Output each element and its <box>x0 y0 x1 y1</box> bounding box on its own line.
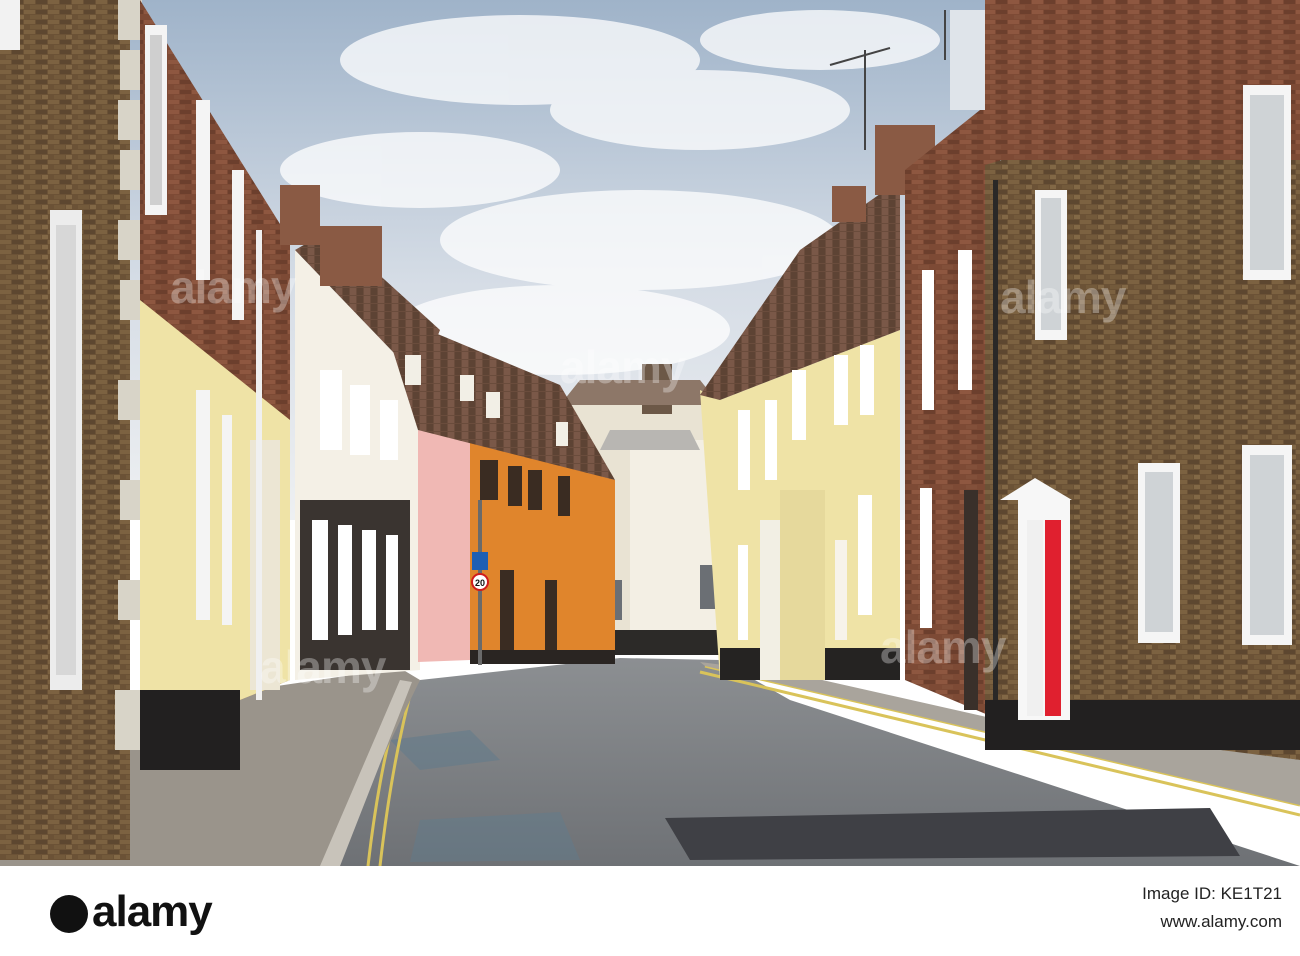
street-photo: 20 alamy alamy alamy alamy alamy <box>0 0 1300 866</box>
alamy-logo[interactable]: alamy <box>50 887 213 936</box>
image-id: Image ID: KE1T21 <box>1142 884 1282 903</box>
alamy-logo-icon <box>50 895 88 934</box>
footer-bar: alamy Image ID: KE1T21 www.alamy.com <box>0 866 1300 956</box>
speed-limit-sign: 20 <box>475 578 485 588</box>
site-url[interactable]: www.alamy.com <box>1142 908 1282 936</box>
alamy-brand-text: alamy <box>92 887 213 936</box>
footer-info: Image ID: KE1T21 www.alamy.com <box>1142 880 1282 936</box>
